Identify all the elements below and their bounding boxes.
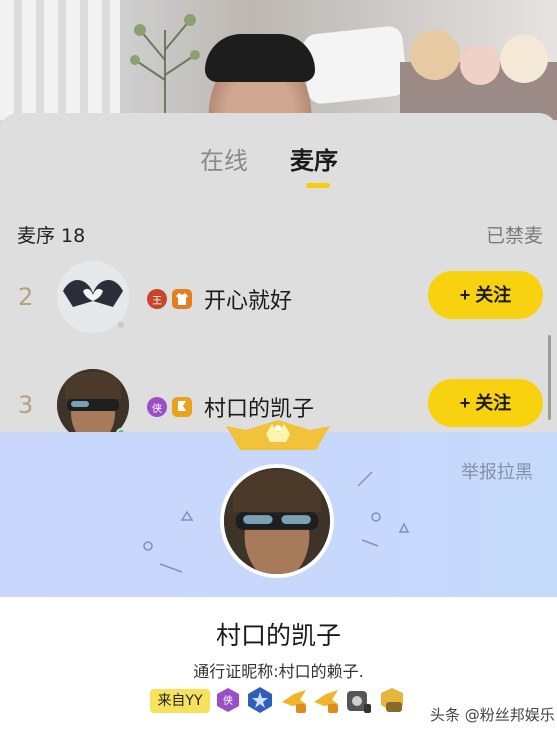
username: 开心就好 [204,289,293,314]
crown-icon [226,420,330,450]
curtain [0,0,120,120]
tab-online[interactable]: 在线 [200,141,248,176]
username: 村口的凯子 [204,397,315,422]
blue-star-badge-icon [248,687,272,713]
flag-badge-icon [172,397,192,417]
follow-button[interactable]: + 关注 [428,271,543,319]
gold-wing-badge-icon [314,690,338,713]
watermark-text: 头条 @粉丝邦娱乐 [430,706,555,724]
rank-number: 2 [18,283,34,311]
live-video-feed [0,0,557,120]
active-tab-indicator [306,183,330,188]
mic-disabled-status: 已禁麦 [485,225,543,247]
profile-name: 村口的凯子 [215,621,341,650]
follow-button[interactable]: + 关注 [428,379,543,427]
queue-row[interactable]: 2 王 开心就好 + 关注 [0,255,557,345]
plush-toy [460,45,500,85]
gold-wing-badge-icon [282,690,306,713]
level-badge-icon: 侠 [147,397,167,417]
gold-shield-badge-icon [381,688,403,712]
scrollbar[interactable] [548,335,551,420]
streamer-hair [205,34,315,82]
rank-number: 3 [18,391,34,419]
mic-queue-panel: 在线 麦序 麦序 18 已禁麦 2 王 开心就好 + 关注 3 侠 村口的凯子 … [0,113,557,453]
svg-text:侠: 侠 [223,694,233,707]
level-badge-icon: 王 [147,289,167,309]
online-dot [116,320,126,330]
purple-level-icon: 侠 [217,688,239,712]
plush-toy [410,30,460,80]
tab-mic-queue[interactable]: 麦序 [290,141,338,176]
plush-toy [500,35,548,83]
profile-avatar[interactable] [220,464,334,578]
shirt-badge-icon [172,289,192,309]
camera-badge-icon [347,691,371,713]
from-yy-badge: 来自YY [150,689,210,713]
sunglasses-man-image [224,468,330,574]
passport-nickname: 通行证昵称:村口的赖子. [193,662,364,681]
queue-count-label: 麦序 18 [17,225,86,247]
plant [130,14,200,120]
tab-bar: 在线 麦序 [0,141,557,181]
profile-card: 举报拉黑 村口的凯子 通行证昵称:村口的赖子. 来自YY 侠 头条 @粉丝邦娱乐 [0,420,557,732]
report-block-link[interactable]: 举报拉黑 [461,458,533,484]
